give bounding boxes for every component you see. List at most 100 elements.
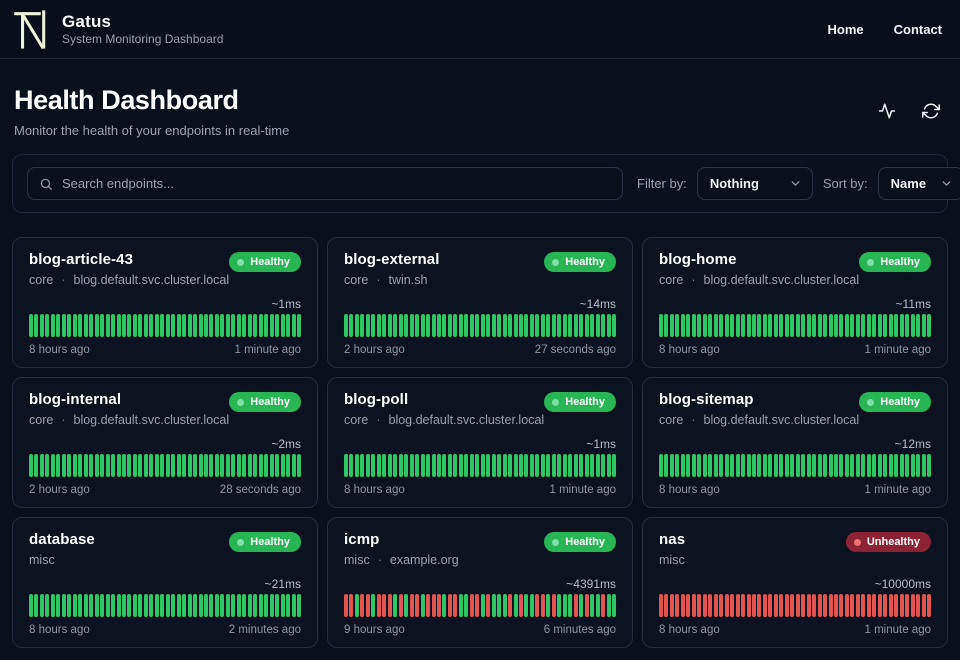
status-bar[interactable] bbox=[111, 314, 116, 337]
status-bar[interactable] bbox=[768, 454, 773, 477]
status-bar[interactable] bbox=[850, 454, 855, 477]
status-bar[interactable] bbox=[280, 314, 285, 337]
status-bar[interactable] bbox=[475, 594, 480, 617]
status-bar[interactable] bbox=[387, 594, 392, 617]
status-bar[interactable] bbox=[921, 314, 926, 337]
status-bar[interactable] bbox=[116, 454, 121, 477]
status-bar[interactable] bbox=[415, 314, 420, 337]
endpoint-card[interactable]: nas misc Unhealthy ~10000ms 8 hours ago … bbox=[642, 517, 948, 648]
status-bar[interactable] bbox=[45, 594, 50, 617]
endpoint-card[interactable]: icmp misc · example.org Healthy ~4391ms … bbox=[327, 517, 633, 648]
status-bar[interactable] bbox=[464, 594, 469, 617]
status-bar[interactable] bbox=[89, 594, 94, 617]
status-bar[interactable] bbox=[154, 594, 159, 617]
status-bar[interactable] bbox=[404, 314, 409, 337]
status-bar[interactable] bbox=[275, 314, 280, 337]
status-bar[interactable] bbox=[225, 314, 230, 337]
status-bar[interactable] bbox=[741, 594, 746, 617]
status-bar[interactable] bbox=[535, 454, 540, 477]
status-bar[interactable] bbox=[529, 314, 534, 337]
status-bar[interactable] bbox=[143, 594, 148, 617]
status-bar[interactable] bbox=[176, 594, 181, 617]
status-bar[interactable] bbox=[39, 314, 44, 337]
status-bar[interactable] bbox=[149, 454, 154, 477]
status-bar[interactable] bbox=[387, 454, 392, 477]
status-bar[interactable] bbox=[160, 594, 165, 617]
status-bar[interactable] bbox=[866, 594, 871, 617]
status-bar[interactable] bbox=[72, 454, 77, 477]
status-bar[interactable] bbox=[72, 314, 77, 337]
status-bar[interactable] bbox=[29, 594, 33, 617]
status-bar[interactable] bbox=[823, 594, 828, 617]
status-bar[interactable] bbox=[659, 314, 663, 337]
status-bar[interactable] bbox=[502, 314, 507, 337]
status-bar[interactable] bbox=[855, 454, 860, 477]
status-bar[interactable] bbox=[296, 594, 301, 617]
status-bar[interactable] bbox=[697, 594, 702, 617]
status-bar[interactable] bbox=[669, 314, 674, 337]
status-bar[interactable] bbox=[275, 594, 280, 617]
status-bar[interactable] bbox=[697, 454, 702, 477]
status-bar[interactable] bbox=[713, 594, 718, 617]
status-bar[interactable] bbox=[56, 594, 61, 617]
status-bar[interactable] bbox=[540, 594, 545, 617]
status-bar[interactable] bbox=[905, 454, 910, 477]
status-bar[interactable] bbox=[165, 314, 170, 337]
endpoint-card[interactable]: blog-sitemap core · blog.default.svc.clu… bbox=[642, 377, 948, 508]
status-bar[interactable] bbox=[557, 314, 562, 337]
status-bar[interactable] bbox=[746, 454, 751, 477]
status-bar[interactable] bbox=[214, 594, 219, 617]
status-bar[interactable] bbox=[187, 454, 192, 477]
status-bar[interactable] bbox=[225, 594, 230, 617]
status-bar[interactable] bbox=[508, 454, 513, 477]
refresh-icon[interactable] bbox=[922, 101, 942, 121]
status-bar[interactable] bbox=[806, 454, 811, 477]
status-bar[interactable] bbox=[442, 454, 447, 477]
status-bar[interactable] bbox=[595, 454, 600, 477]
status-bar[interactable] bbox=[453, 454, 458, 477]
status-bar[interactable] bbox=[127, 454, 132, 477]
status-bar[interactable] bbox=[50, 594, 55, 617]
status-bar[interactable] bbox=[100, 454, 105, 477]
status-bar[interactable] bbox=[382, 594, 387, 617]
status-bar[interactable] bbox=[697, 314, 702, 337]
status-bar[interactable] bbox=[78, 594, 83, 617]
status-bar[interactable] bbox=[708, 314, 713, 337]
status-bar[interactable] bbox=[100, 314, 105, 337]
status-bar[interactable] bbox=[193, 454, 198, 477]
status-bar[interactable] bbox=[519, 454, 523, 477]
status-bar[interactable] bbox=[590, 454, 595, 477]
status-bar[interactable] bbox=[275, 454, 280, 477]
status-bar[interactable] bbox=[839, 594, 844, 617]
status-bar[interactable] bbox=[546, 314, 551, 337]
status-bar[interactable] bbox=[458, 454, 463, 477]
status-bar[interactable] bbox=[601, 314, 606, 337]
status-bar[interactable] bbox=[269, 314, 274, 337]
status-bar[interactable] bbox=[562, 314, 567, 337]
nav-link-contact[interactable]: Contact bbox=[894, 22, 942, 37]
status-bar[interactable] bbox=[844, 454, 849, 477]
status-bar[interactable] bbox=[883, 594, 888, 617]
status-bar[interactable] bbox=[50, 314, 55, 337]
status-bar[interactable] bbox=[447, 314, 452, 337]
status-bar[interactable] bbox=[83, 594, 88, 617]
status-bar[interactable] bbox=[872, 454, 877, 477]
status-bar[interactable] bbox=[713, 314, 718, 337]
status-bar[interactable] bbox=[480, 594, 485, 617]
status-bar[interactable] bbox=[817, 314, 822, 337]
status-bar[interactable] bbox=[154, 454, 159, 477]
status-bar[interactable] bbox=[469, 454, 474, 477]
status-bar[interactable] bbox=[801, 314, 806, 337]
status-bar[interactable] bbox=[562, 594, 567, 617]
status-bar[interactable] bbox=[393, 594, 398, 617]
status-bar[interactable] bbox=[686, 314, 691, 337]
status-bar[interactable] bbox=[894, 314, 899, 337]
status-bar[interactable] bbox=[376, 594, 381, 617]
status-bar[interactable] bbox=[888, 594, 893, 617]
status-bar[interactable] bbox=[420, 314, 425, 337]
status-bar[interactable] bbox=[89, 454, 94, 477]
status-bar[interactable] bbox=[182, 454, 187, 477]
status-bar[interactable] bbox=[790, 454, 795, 477]
status-bar[interactable] bbox=[61, 594, 66, 617]
status-bar[interactable] bbox=[447, 594, 452, 617]
